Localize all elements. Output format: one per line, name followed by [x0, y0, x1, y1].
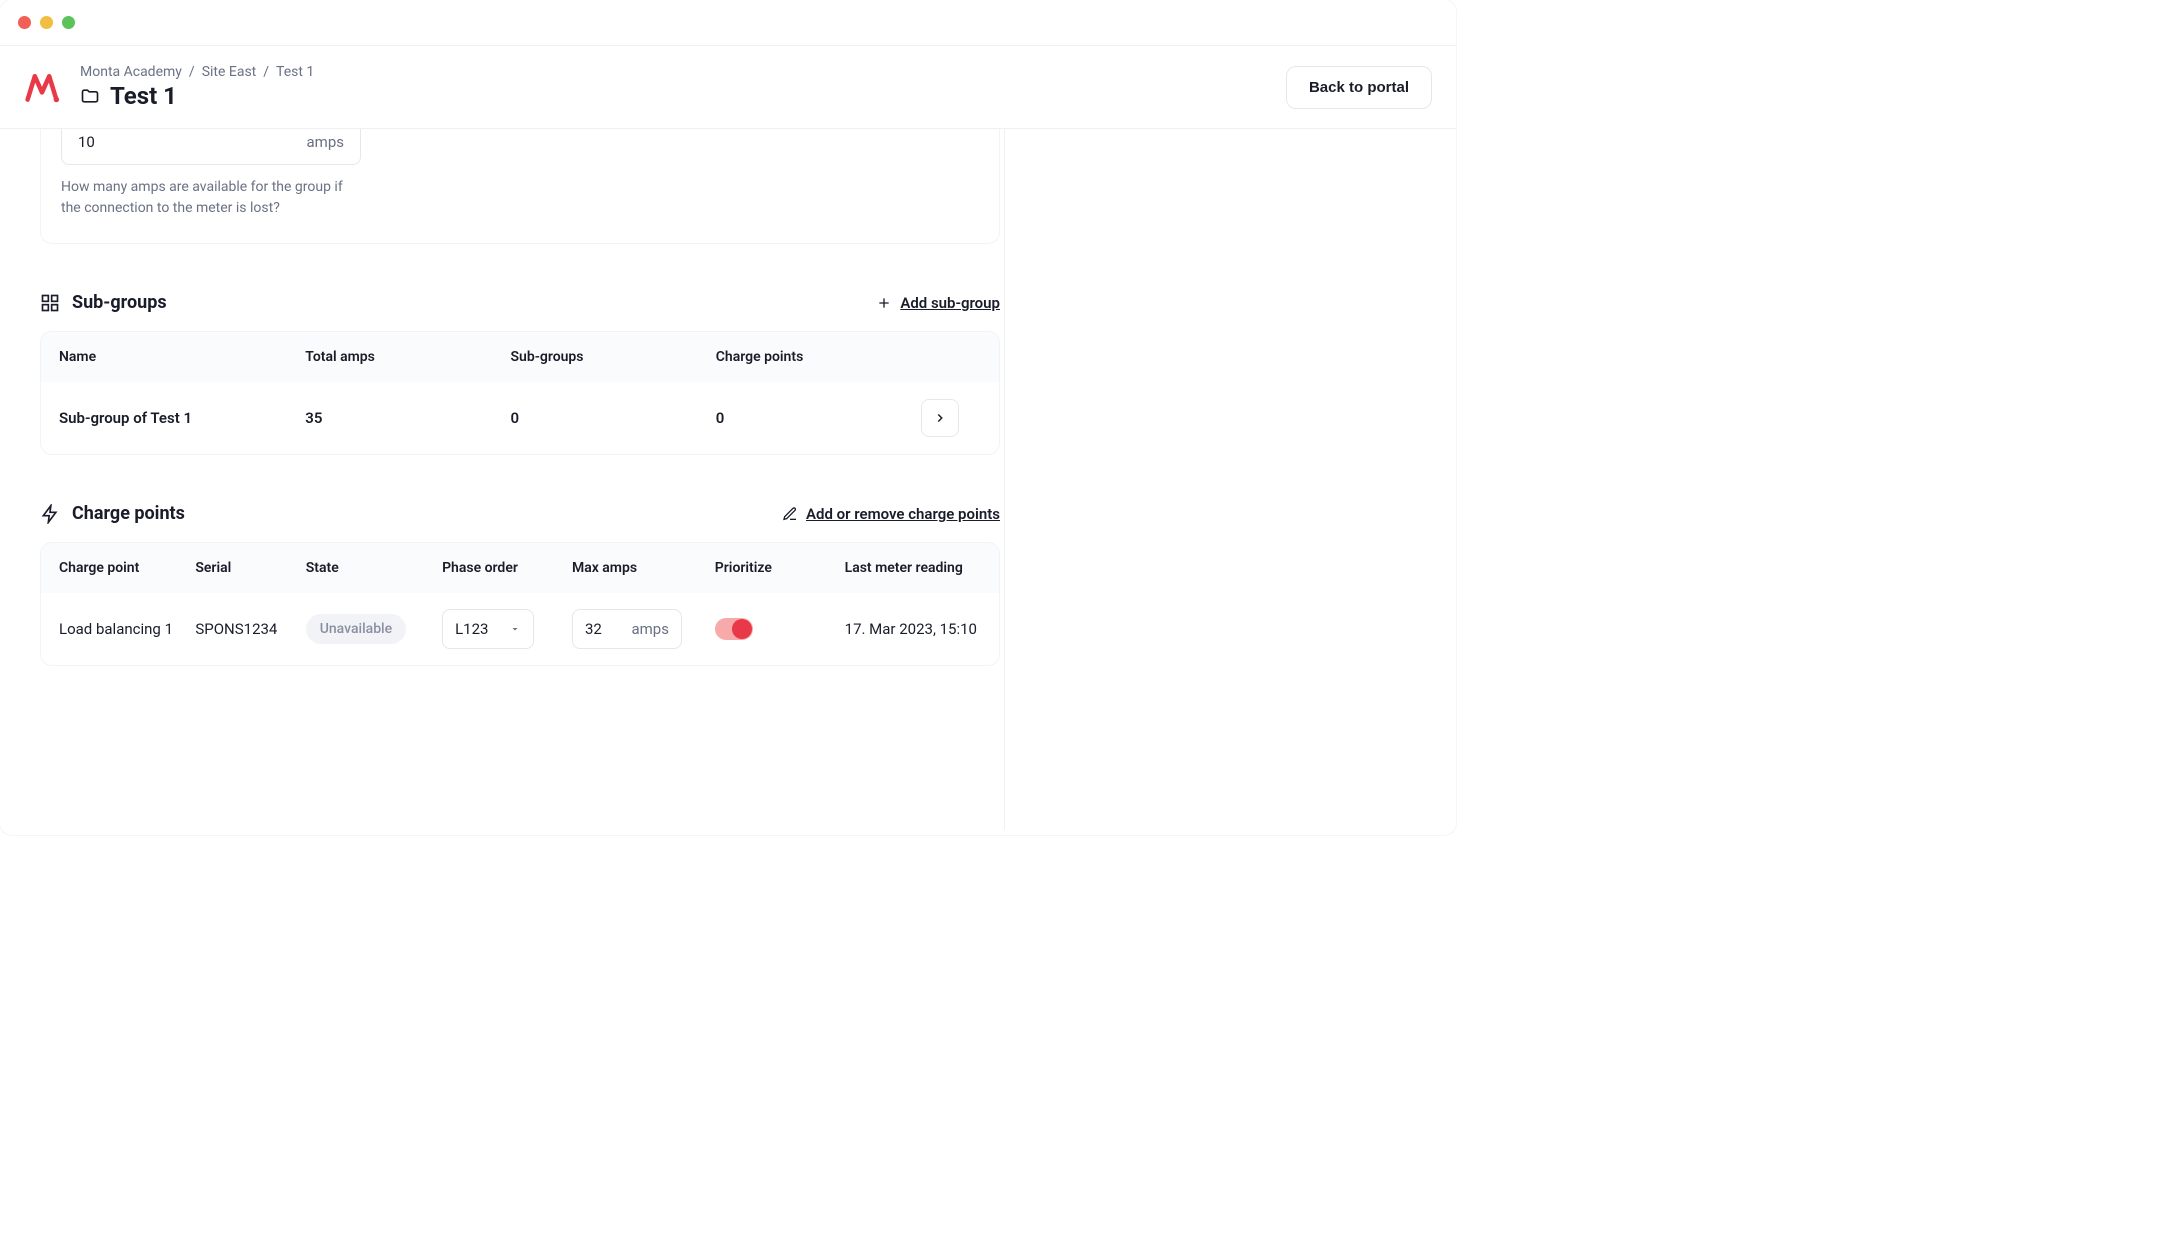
subgroup-subgroups-count: 0 — [511, 409, 716, 427]
right-panel-divider — [1004, 129, 1005, 830]
column-header: Charge point — [59, 559, 195, 577]
edit-chargepoints-label: Add or remove charge points — [806, 505, 1000, 523]
prioritize-toggle[interactable] — [715, 618, 753, 640]
window-titlebar — [0, 0, 1456, 46]
open-subgroup-button[interactable] — [921, 399, 959, 437]
column-header: Name — [59, 349, 305, 365]
column-header: Serial — [195, 559, 305, 577]
max-amps-value: 32 — [585, 620, 602, 638]
subgroups-table-header: Name Total amps Sub-groups Charge points — [41, 332, 999, 382]
fallback-amps-value: 10 — [78, 133, 95, 151]
table-row: Load balancing 1 SPONS1234 Unavailable L… — [41, 593, 999, 665]
folder-icon — [80, 86, 100, 106]
subgroups-table: Name Total amps Sub-groups Charge points… — [40, 331, 1000, 455]
subgroup-name: Sub-group of Test 1 — [59, 409, 305, 427]
minimize-window-button[interactable] — [40, 16, 53, 29]
toggle-knob — [732, 619, 752, 639]
subgroup-total-amps: 35 — [305, 409, 510, 427]
column-header: Phase order — [442, 559, 572, 577]
chargepoint-serial: SPONS1234 — [195, 620, 305, 638]
grid-icon — [40, 293, 60, 313]
fallback-amps-card: 10 amps How many amps are available for … — [40, 129, 1000, 244]
add-subgroup-button[interactable]: Add sub-group — [876, 294, 1000, 312]
breadcrumb-item[interactable]: Site East — [202, 64, 257, 80]
breadcrumb-item[interactable]: Test 1 — [276, 64, 314, 80]
column-header: Sub-groups — [511, 349, 716, 365]
fallback-amps-input[interactable]: 10 amps — [61, 129, 361, 165]
breadcrumb: Monta Academy / Site East / Test 1 — [80, 64, 314, 80]
column-header: Max amps — [572, 559, 715, 577]
phase-order-value: L123 — [455, 620, 488, 638]
phase-order-select[interactable]: L123 — [442, 609, 534, 649]
page-header: Monta Academy / Site East / Test 1 Test … — [0, 46, 1456, 129]
chargepoints-table: Charge point Serial State Phase order Ma… — [40, 542, 1000, 666]
fallback-amps-help: How many amps are available for the grou… — [61, 177, 361, 219]
edit-icon — [782, 506, 798, 522]
column-header: Prioritize — [715, 559, 845, 577]
maximize-window-button[interactable] — [62, 16, 75, 29]
column-header: State — [306, 559, 442, 577]
chargepoints-title: Charge points — [72, 503, 185, 524]
last-meter-reading: 17. Mar 2023, 15:10 — [845, 620, 981, 638]
lightning-icon — [40, 504, 60, 524]
add-subgroup-label: Add sub-group — [900, 294, 1000, 312]
app-logo — [24, 69, 60, 105]
edit-chargepoints-button[interactable]: Add or remove charge points — [782, 505, 1000, 523]
breadcrumb-item[interactable]: Monta Academy — [80, 64, 182, 80]
plus-icon — [876, 295, 892, 311]
chevron-down-icon — [509, 623, 521, 635]
page-title: Test 1 — [110, 82, 177, 110]
chargepoint-state-badge: Unavailable — [306, 614, 406, 644]
chargepoint-name: Load balancing 1 — [59, 620, 195, 638]
chevron-right-icon — [933, 411, 947, 425]
max-amps-unit: amps — [631, 620, 668, 638]
table-row: Sub-group of Test 1 35 0 0 — [41, 382, 999, 454]
column-header: Charge points — [716, 349, 921, 365]
back-to-portal-button[interactable]: Back to portal — [1286, 66, 1432, 109]
chargepoints-table-header: Charge point Serial State Phase order Ma… — [41, 543, 999, 593]
max-amps-input[interactable]: 32 amps — [572, 609, 682, 649]
close-window-button[interactable] — [18, 16, 31, 29]
fallback-amps-unit: amps — [307, 133, 344, 151]
subgroups-title: Sub-groups — [72, 292, 167, 313]
subgroup-chargepoints-count: 0 — [716, 409, 921, 427]
column-header: Last meter reading — [845, 559, 981, 577]
column-header: Total amps — [305, 349, 510, 365]
